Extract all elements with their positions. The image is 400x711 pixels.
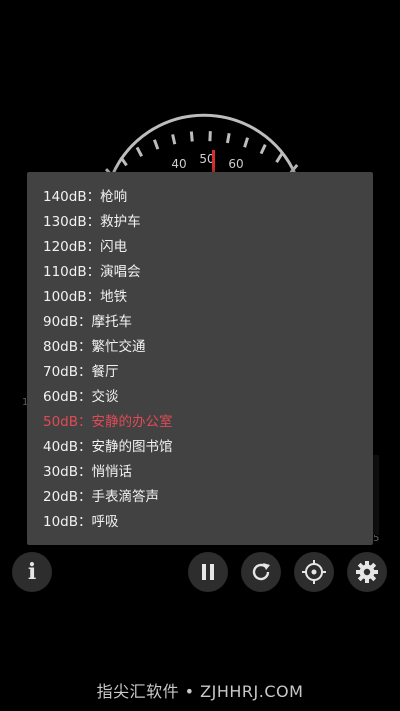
gauge-tick [135,146,143,157]
decibel-level-item: 130dB：救护车 [43,214,141,230]
pause-icon [202,564,214,580]
settings-button[interactable] [347,552,387,592]
decibel-level-item: 60dB：交谈 [43,389,119,405]
gauge-tick [189,131,194,142]
pause-button[interactable] [188,552,228,592]
gauge-tick [119,156,128,167]
decibel-level-item: 80dB：繁忙交通 [43,339,146,355]
watermark-text: 指尖汇软件 • ZJHHRJ.COM [96,682,304,701]
gauge-tick [259,143,267,155]
gear-icon [356,561,378,583]
decibel-level-item: 30dB：悄悄话 [43,464,133,480]
decibel-reference-popup: 140dB：枪响 130dB：救护车 120dB：闪电 110dB：演唱会 100dB：… [27,172,373,545]
gauge-tick-label-60: 60 [228,157,243,171]
decibel-level-item: 20dB：手表滴答声 [43,489,160,505]
decibel-level-item: 10dB：呼吸 [43,514,119,530]
decibel-level-item: 70dB：餐厅 [43,364,119,380]
refresh-icon [252,563,270,581]
decibel-level-list: 140dB：枪响 130dB：救护车 120dB：闪电 110dB：演唱会 100dB：… [27,172,373,535]
gauge-tick-label-40: 40 [171,157,186,171]
gauge-tick [275,152,284,163]
info-button[interactable]: i [12,552,52,592]
decibel-level-item-current: 50dB：安静的办公室 [43,414,173,430]
gauge-tick [171,134,177,145]
refresh-button[interactable] [241,552,281,592]
crosshair-icon [302,560,326,584]
gauge-tick [243,137,250,148]
decibel-level-item: 90dB：摩托车 [43,314,133,330]
info-icon: i [27,559,37,585]
decibel-level-item: 140dB：枪响 [43,189,128,205]
decibel-level-item: 40dB：安静的图书馆 [43,439,173,455]
decibel-level-item: 120dB：闪电 [43,239,128,255]
calibrate-button[interactable] [294,552,334,592]
decibel-level-item: 100dB：地铁 [43,289,128,305]
sound-level-gauge: 40 50 60 [91,113,312,191]
gauge-tick [225,132,231,144]
decibel-level-item: 110dB：演唱会 [43,264,141,280]
gauge-needle [212,150,215,174]
gauge-tick [152,139,160,150]
chart-panel-edge [373,455,379,535]
